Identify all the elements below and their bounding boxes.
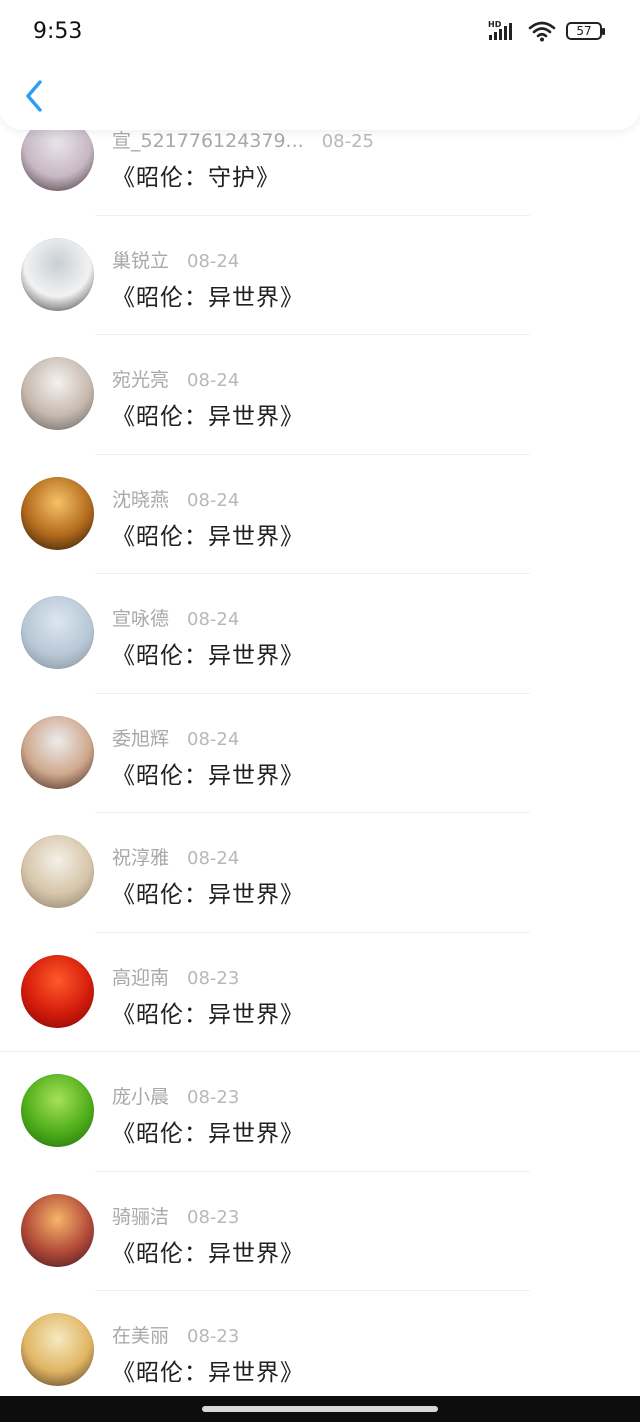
user-name: 宣_521776124379... (112, 130, 304, 152)
entry-list: 宣_521776124379... 08-25 《昭伦：守护》巢锐立 08-24 《昭伦… (0, 96, 640, 1411)
screen: 9:53 HD 57 宣_521776124379... 08-25 《昭伦：守… (0, 0, 640, 1422)
entry-meta: 高迎南 08-23 (112, 963, 239, 990)
entry-date: 08-25 (321, 131, 374, 152)
user-name: 高迎南 (112, 966, 170, 989)
entry-date: 08-24 (187, 609, 240, 630)
list-item[interactable]: 宣咏德 08-24 《昭伦：异世界》 (0, 574, 640, 694)
avatar[interactable] (21, 835, 94, 908)
list-item[interactable]: 沈晓燕 08-24 《昭伦：异世界》 (0, 455, 640, 574)
entry-date: 08-24 (187, 250, 240, 272)
avatar[interactable] (21, 954, 94, 1028)
nav-bar (0, 62, 640, 130)
entry-meta: 宛光亮 08-24 (112, 365, 239, 392)
avatar[interactable] (21, 357, 94, 430)
entry-meta: 在美丽 08-23 (112, 1321, 239, 1348)
list-item[interactable]: 祝淳雅 08-24 《昭伦：异世界》 (0, 813, 640, 933)
avatar[interactable] (21, 1193, 94, 1267)
book-title[interactable]: 《昭伦：异世界》 (112, 397, 304, 431)
book-title[interactable]: 《昭伦：异世界》 (112, 1114, 304, 1148)
entry-meta: 沈晓燕 08-24 (112, 485, 239, 512)
list-item[interactable]: 骑骊洁 08-23 《昭伦：异世界》 (0, 1172, 640, 1291)
user-name: 在美丽 (112, 1325, 170, 1347)
entry-meta: 宣_521776124379... 08-25 (112, 126, 374, 153)
user-name: 骑骊洁 (112, 1205, 170, 1228)
entry-date: 08-24 (187, 728, 240, 750)
avatar[interactable] (21, 237, 94, 311)
chevron-left-icon (26, 80, 42, 112)
book-title[interactable]: 《昭伦：异世界》 (112, 1234, 304, 1268)
list-item[interactable]: 委旭辉 08-24 《昭伦：异世界》 (0, 694, 640, 813)
book-title[interactable]: 《昭伦：异世界》 (112, 995, 304, 1029)
book-title[interactable]: 《昭伦：异世界》 (112, 636, 304, 670)
list-item[interactable]: 在美丽 08-23 《昭伦：异世界》 (0, 1291, 640, 1411)
book-title[interactable]: 《昭伦：异世界》 (112, 517, 304, 551)
entry-date: 08-24 (187, 370, 240, 391)
book-title[interactable]: 《昭伦：异世界》 (112, 278, 304, 312)
avatar[interactable] (21, 1074, 94, 1147)
user-name: 沈晓燕 (112, 488, 170, 511)
avatar[interactable] (21, 715, 94, 789)
entry-date: 08-23 (187, 1087, 240, 1108)
user-name: 委旭辉 (112, 727, 170, 750)
avatar[interactable] (21, 1313, 94, 1386)
entry-date: 08-24 (187, 848, 240, 869)
entry-meta: 庞小晨 08-23 (112, 1082, 239, 1109)
signal-icon: HD (488, 20, 512, 40)
list-item[interactable]: 庞小晨 08-23 《昭伦：异世界》 (0, 1052, 640, 1172)
book-title[interactable]: 《昭伦：异世界》 (112, 756, 304, 790)
list-item[interactable]: 巢锐立 08-24 《昭伦：异世界》 (0, 216, 640, 335)
back-button[interactable] (20, 76, 52, 116)
entry-meta: 宣咏德 08-24 (112, 604, 239, 631)
wifi-icon (528, 21, 556, 42)
book-title[interactable]: 《昭伦：异世界》 (112, 875, 304, 909)
entry-date: 08-24 (187, 489, 240, 511)
entry-date: 08-23 (187, 967, 240, 989)
battery-icon: 57 (566, 22, 605, 40)
entry-meta: 委旭辉 08-24 (112, 724, 239, 751)
status-icons: HD 57 (488, 20, 605, 42)
entry-date: 08-23 (187, 1326, 240, 1347)
book-title[interactable]: 《昭伦：守护》 (112, 158, 280, 192)
list-item[interactable]: 宛光亮 08-24 《昭伦：异世界》 (0, 335, 640, 455)
user-name: 宛光亮 (112, 369, 170, 391)
avatar[interactable] (21, 476, 94, 550)
status-bar: 9:53 HD 57 (0, 0, 640, 62)
user-name: 宣咏德 (112, 608, 170, 630)
entry-meta: 骑骊洁 08-23 (112, 1202, 239, 1229)
battery-level: 57 (576, 24, 592, 38)
entry-meta: 祝淳雅 08-24 (112, 843, 239, 870)
status-time: 9:53 (33, 18, 83, 44)
entry-date: 08-23 (187, 1206, 240, 1228)
avatar[interactable] (21, 596, 94, 669)
user-name: 庞小晨 (112, 1086, 170, 1108)
hd-label: HD (488, 20, 502, 29)
entry-meta: 巢锐立 08-24 (112, 246, 239, 273)
user-name: 巢锐立 (112, 249, 170, 272)
list-item[interactable]: 高迎南 08-23 《昭伦：异世界》 (0, 933, 640, 1052)
book-title[interactable]: 《昭伦：异世界》 (112, 1353, 304, 1387)
user-name: 祝淳雅 (112, 847, 170, 869)
home-indicator[interactable] (202, 1406, 438, 1412)
